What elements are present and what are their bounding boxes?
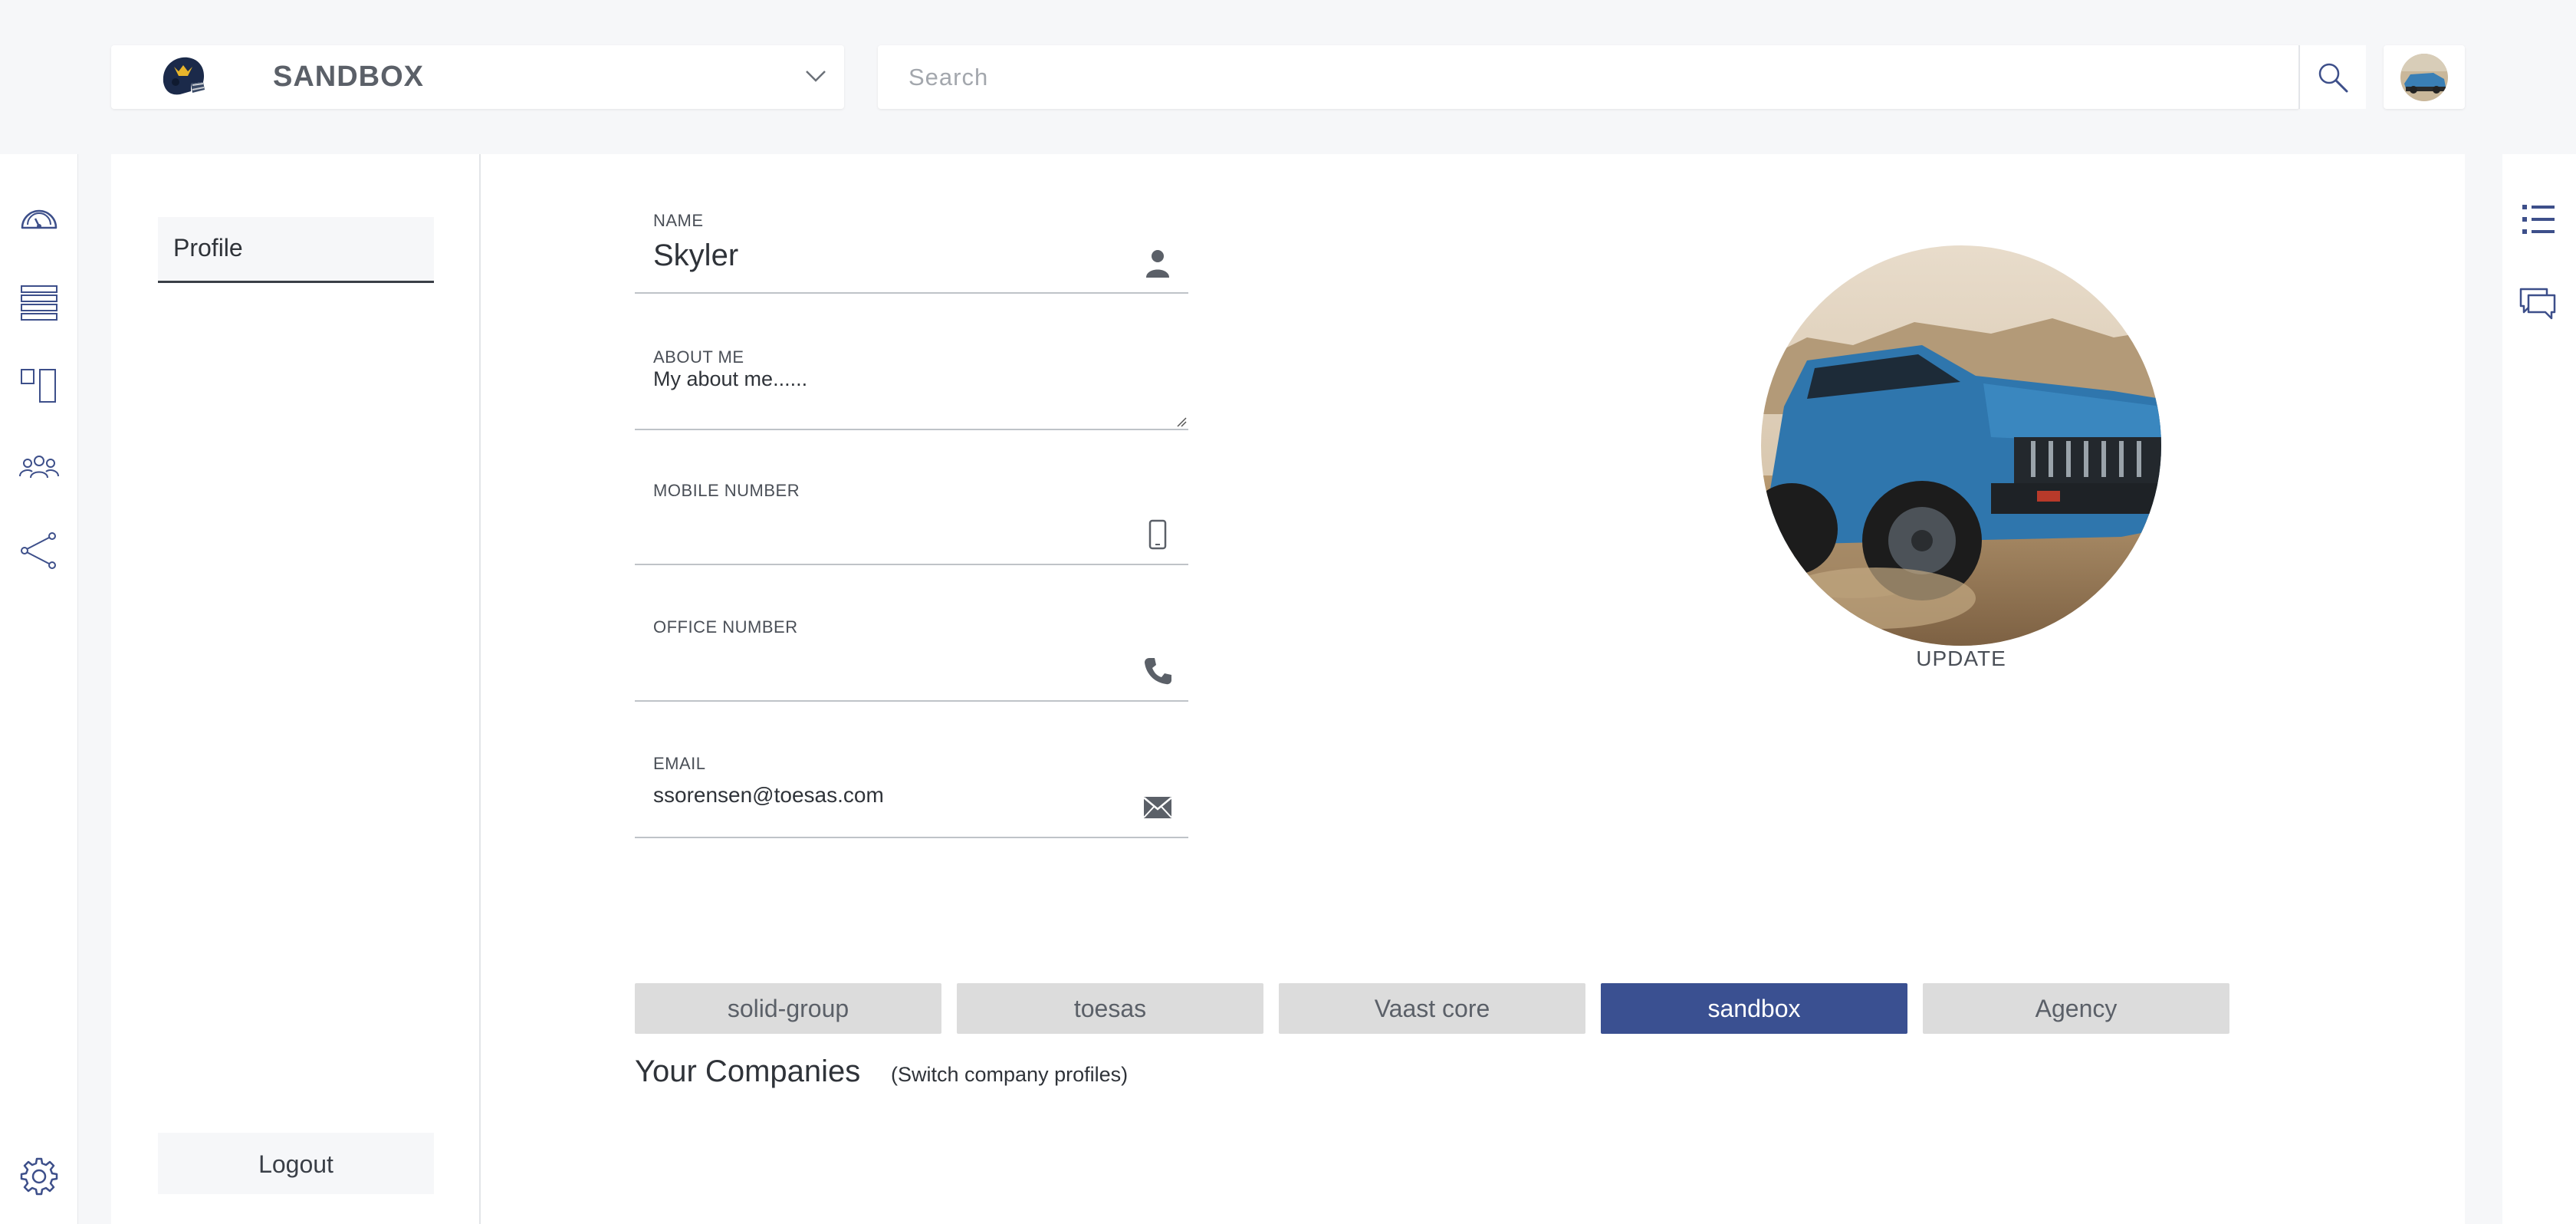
email-field[interactable]: EMAIL ssorensen@toesas.com bbox=[635, 754, 1188, 838]
name-field[interactable]: NAME Skyler bbox=[635, 211, 1188, 294]
companies-title: Your Companies bbox=[635, 1055, 861, 1088]
dashboard-gauge-icon[interactable] bbox=[18, 199, 60, 240]
chevron-down-icon[interactable] bbox=[804, 67, 827, 85]
tab-profile[interactable]: Profile bbox=[158, 217, 434, 283]
team-icon[interactable] bbox=[18, 447, 60, 489]
companies-subtitle: (Switch company profiles) bbox=[891, 1063, 1129, 1086]
company-chip-solid-group[interactable]: solid-group bbox=[635, 983, 941, 1034]
right-nav-rail bbox=[2502, 154, 2576, 1224]
company-chip-vaast-core[interactable]: Vaast core bbox=[1279, 983, 1585, 1034]
office-number-label: OFFICE NUMBER bbox=[653, 617, 798, 637]
football-helmet-logo bbox=[163, 57, 205, 95]
envelope-icon bbox=[1142, 792, 1173, 823]
main-card: Profile Logout NAME Skyler ABOUT ME My a… bbox=[111, 154, 2465, 1224]
search-icon bbox=[2318, 63, 2348, 92]
company-chip-sandbox[interactable]: sandbox bbox=[1601, 983, 1907, 1034]
name-label: NAME bbox=[653, 211, 704, 230]
gear-icon[interactable] bbox=[18, 1156, 60, 1197]
about-me-label: ABOUT ME bbox=[653, 347, 744, 367]
update-photo-link[interactable]: UPDATE bbox=[1761, 647, 2161, 671]
company-name: SANDBOX bbox=[273, 61, 425, 93]
profile-photo bbox=[1761, 245, 2161, 646]
profile-sidebar: Profile Logout bbox=[111, 154, 481, 1224]
list-icon[interactable] bbox=[18, 281, 60, 323]
mobile-number-label: MOBILE NUMBER bbox=[653, 481, 800, 500]
logout-button[interactable]: Logout bbox=[158, 1133, 434, 1194]
user-avatar-button[interactable] bbox=[2384, 45, 2465, 109]
company-switcher[interactable]: SANDBOX bbox=[111, 45, 844, 109]
email-label: EMAIL bbox=[653, 754, 706, 773]
about-me-value[interactable]: My about me...... bbox=[653, 367, 807, 391]
mobile-number-field[interactable]: MOBILE NUMBER bbox=[635, 481, 1188, 565]
company-chip-toesas[interactable]: toesas bbox=[957, 983, 1263, 1034]
phone-icon bbox=[1142, 656, 1173, 686]
about-me-field[interactable]: ABOUT ME My about me...... bbox=[635, 347, 1188, 430]
company-chip-agency[interactable]: Agency bbox=[1923, 983, 2229, 1034]
mobile-phone-icon bbox=[1142, 519, 1173, 550]
chat-bubbles-icon[interactable] bbox=[2518, 283, 2559, 324]
left-nav-rail bbox=[0, 154, 78, 1224]
office-number-field[interactable]: OFFICE NUMBER bbox=[635, 617, 1188, 702]
resize-grip-icon[interactable] bbox=[1176, 416, 1187, 427]
person-icon bbox=[1142, 248, 1173, 278]
email-value[interactable]: ssorensen@toesas.com bbox=[653, 783, 884, 808]
list-bullets-icon[interactable] bbox=[2518, 199, 2559, 240]
name-value[interactable]: Skyler bbox=[653, 239, 738, 273]
search-button[interactable] bbox=[2298, 45, 2366, 109]
avatar bbox=[2400, 53, 2448, 101]
search-input[interactable] bbox=[878, 45, 2298, 109]
search-box bbox=[878, 45, 2300, 109]
share-icon[interactable] bbox=[18, 530, 60, 571]
layout-columns-icon[interactable] bbox=[18, 365, 60, 406]
